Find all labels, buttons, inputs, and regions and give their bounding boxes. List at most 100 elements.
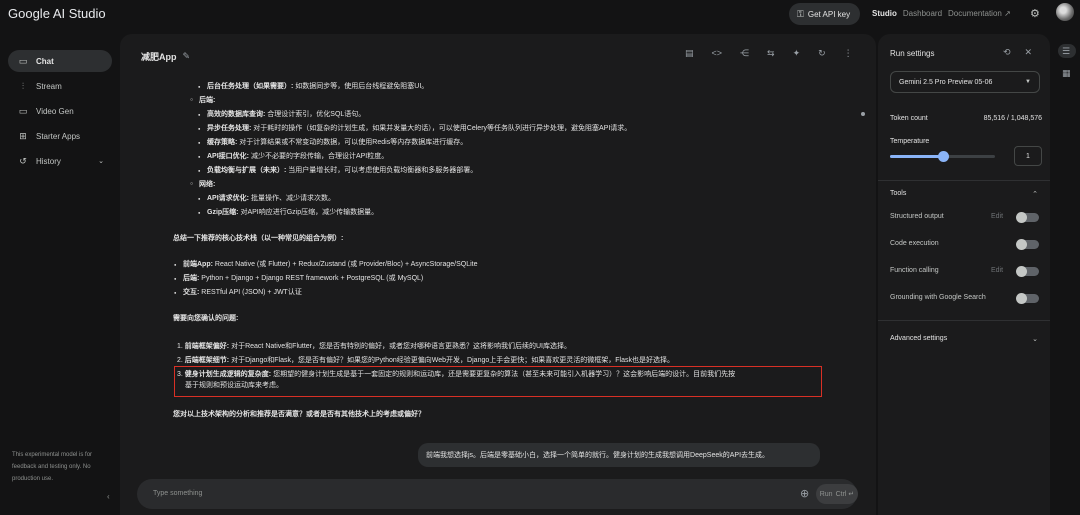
external-link-icon: ↗ [1004,9,1011,18]
tools-label[interactable]: Tools [890,190,906,197]
caret-down-icon: ▼ [1025,79,1031,85]
temperature-input[interactable]: 1 [1014,146,1042,166]
sidebar-item-chat[interactable]: ▭ Chat [8,50,112,72]
sidebar-item-stream[interactable]: ⫶ Stream [8,75,112,97]
list-item: API请求优化: 批量操作、减少请求次数。 [198,192,335,205]
app-logo[interactable]: Google AI Studio [8,6,106,21]
run-settings-toolbar: ⟲ ✕ [1003,47,1032,58]
share-icon[interactable]: ⋲ [740,48,749,59]
key-icon: ⚿ [797,8,804,19]
add-media-icon[interactable]: ⊕ [800,487,809,500]
temperature-label: Temperature [890,138,930,145]
chat-toolbar: ▤ <> ⋲ ⇆ ✦ ↻ ⋮ [685,48,853,59]
run-settings-title: Run settings [890,49,935,58]
chevron-up-icon[interactable]: ⌃ [1032,190,1038,198]
disclaimer-text: This experimental model is for feedback … [12,452,93,482]
list-item: 异步任务处理: 对于耗时的操作（如复杂的计划生成，如果并发量大的话），可以使用C… [198,122,631,135]
avatar[interactable] [1056,3,1074,21]
sidebar-item-history[interactable]: ↺ History ⌄ [8,150,112,172]
model-name: Gemini 2.5 Pro Preview 05-06 [899,78,993,86]
prompt-input[interactable]: Type something [153,490,202,497]
model-selector[interactable]: Gemini 2.5 Pro Preview 05-06 ▼ [890,71,1040,93]
left-sidebar: ▭ Chat ⫶ Stream ▭ Video Gen ⊞ Starter Ap… [0,40,120,515]
list-item: 负载均衡与扩展（未来）: 当用户量增长时，可以考虑使用负载均衡器和多服务器部署。 [198,164,477,177]
summary-heading: 总结一下推荐的核心技术栈（以一种常见的组合为例）: [173,235,344,242]
sparkle-icon[interactable]: ✦ [793,48,801,59]
list-item: 高效的数据库查询: 合理设计索引，优化SQL语句。 [198,108,365,121]
list-item: 后端: [190,94,216,107]
token-count-label: Token count [890,115,928,122]
chat-icon: ▭ [18,55,28,66]
get-api-key-label: Get API key [807,9,851,19]
list-item: 1. 前端框架偏好: 对于React Native和Flutter，您是否有特别… [177,343,572,350]
confirm-heading: 需要向您确认的问题: [173,315,239,322]
chevron-down-icon: ⌄ [98,158,104,165]
token-count-value: 85,516 / 1,048,576 [983,115,1042,122]
run-shortcut: Ctrl ↵ [835,491,855,498]
sidebar-item-label: History [36,156,61,166]
panel-icon[interactable]: ▦ [1062,68,1071,79]
chevron-down-icon[interactable]: ⌄ [1032,335,1038,343]
tool-function-calling: Function calling Edit [890,266,1040,281]
edit-title-icon[interactable]: ✎ [183,51,191,62]
history-icon: ↺ [19,155,27,166]
list-item: 网络: [190,178,216,191]
scroll-indicator[interactable] [861,112,865,116]
collapse-sidebar-icon[interactable]: ‹ [107,492,110,501]
code-execution-toggle[interactable] [1016,239,1039,250]
page-title: 减肥App ✎ [141,50,190,63]
grounding-toggle[interactable] [1016,293,1039,304]
refresh-icon[interactable]: ↻ [818,48,826,59]
divider [878,320,1050,321]
edit-link[interactable]: Edit [991,213,1003,220]
list-item: 后端: Python + Django + Django REST framew… [174,272,423,285]
sidebar-item-label: Starter Apps [36,131,81,141]
top-bar: Google AI Studio ⚿ Get API key Studio Da… [0,0,1080,30]
sidebar-item-video-gen[interactable]: ▭ Video Gen [8,100,112,122]
list-item: 前端App: React Native (或 Flutter) + Redux/… [174,258,478,271]
divider [878,180,1050,181]
code-icon[interactable]: <> [712,48,723,59]
video-icon: ▭ [18,105,28,116]
sidebar-item-label: Chat [36,56,54,66]
tool-grounding: Grounding with Google Search [890,293,1040,308]
close-icon[interactable]: ✕ [1025,47,1033,58]
highlight-box [174,366,822,397]
tool-code-execution: Code execution [890,239,1040,254]
temperature-slider-fill [890,155,943,158]
advanced-settings-label[interactable]: Advanced settings [890,335,947,342]
function-calling-toggle[interactable] [1016,266,1039,277]
list-item: Gzip压缩: 对API响应进行Gzip压缩，减少传输数据量。 [198,206,378,219]
get-api-key-button[interactable]: ⚿ Get API key [789,3,860,25]
structured-output-toggle[interactable] [1016,212,1039,223]
sidebar-item-starter-apps[interactable]: ⊞ Starter Apps [8,125,112,147]
list-item: 缓存策略: 对于计算结果或不常变动的数据，可以使用Redis等内存数据库进行缓存… [198,136,467,149]
stream-icon: ⫶ [21,80,25,91]
run-settings-panel: Run settings ⟲ ✕ Gemini 2.5 Pro Preview … [878,34,1050,515]
run-button[interactable]: Run Ctrl ↵ [816,484,858,504]
top-nav: Studio Dashboard Documentation ↗ [872,9,1011,18]
tune-icon[interactable]: ☰ [1062,46,1070,57]
chat-header: 减肥App ✎ ▤ <> ⋲ ⇆ ✦ ↻ ⋮ [120,34,876,76]
reset-icon[interactable]: ⟲ [1003,47,1011,58]
temperature-slider[interactable] [890,151,995,162]
chat-panel: 减肥App ✎ ▤ <> ⋲ ⇆ ✦ ↻ ⋮ 后台任务处理（如果需要）: 如数据… [120,34,876,515]
studio-link[interactable]: Studio [872,9,897,18]
chat-title: 减肥App [141,52,177,62]
dashboard-link[interactable]: Dashboard [903,9,942,18]
settings-gear-icon[interactable]: ⚙ [1030,7,1040,20]
sidebar-item-label: Stream [36,81,62,91]
clipboard-icon[interactable]: ▤ [685,48,694,59]
list-item: API接口优化: 减少不必要的字段传输，合理设计API粒度。 [198,150,388,163]
tool-structured-output: Structured output Edit [890,212,1040,227]
prompt-bar: Type something ⊕ Run Ctrl ↵ [137,479,858,509]
compare-icon[interactable]: ⇆ [767,48,775,59]
apps-icon: ⊞ [19,130,27,141]
list-item: 后台任务处理（如果需要）: 如数据同步等，使用后台线程避免阻塞UI。 [198,80,428,93]
more-options-icon[interactable]: ⋮ [844,48,853,59]
edit-link[interactable]: Edit [991,267,1003,274]
user-message: 前端我想选择js。后端是零基础小白，选择一个简单的就行。健身计划的生成我想调用D… [418,443,820,467]
documentation-link[interactable]: Documentation ↗ [948,9,1011,18]
temperature-slider-thumb[interactable] [937,151,949,162]
closing-question: 您对以上技术架构的分析和推荐是否满意？或者是否有其他技术上的考虑或偏好？ [173,411,425,418]
